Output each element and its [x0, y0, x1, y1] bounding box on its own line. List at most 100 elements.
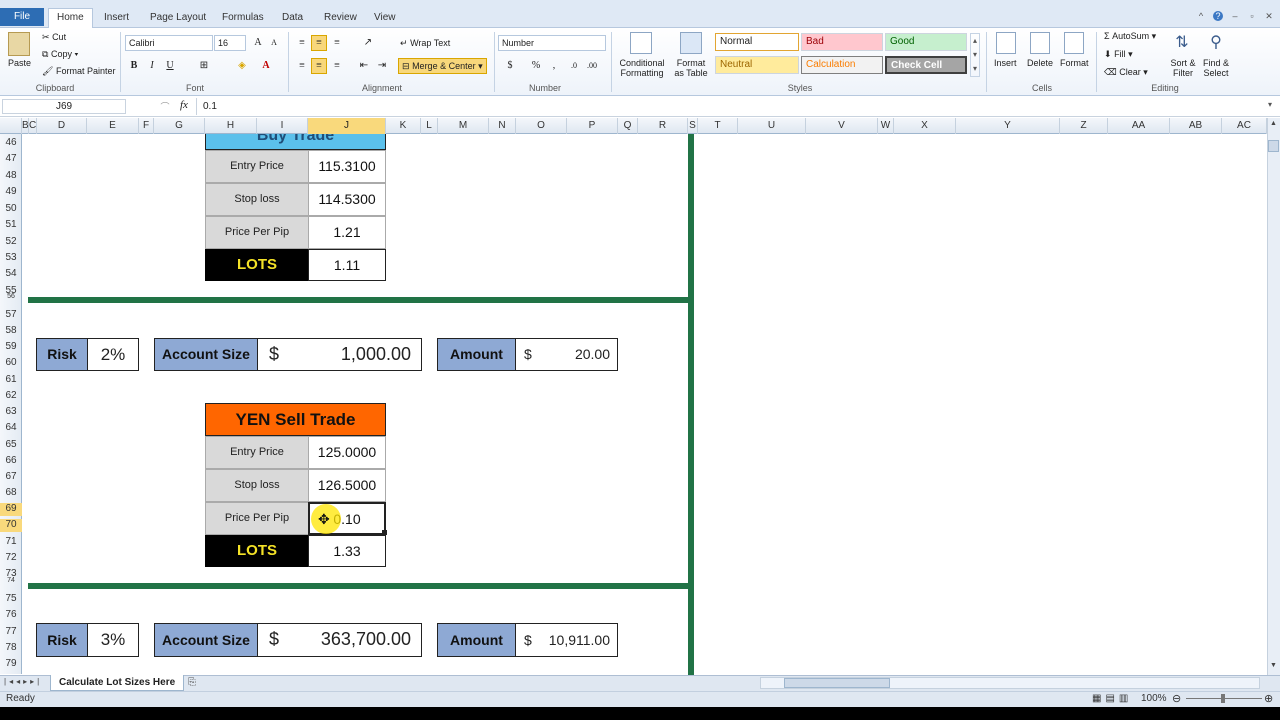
borders-icon[interactable]: ⊞: [196, 58, 212, 74]
column-header[interactable]: Y: [956, 118, 1060, 134]
window-restore-icon[interactable]: ▫: [1247, 11, 1257, 21]
bold-button[interactable]: B: [126, 58, 142, 74]
column-header[interactable]: X: [894, 118, 956, 134]
align-left-icon[interactable]: ≡: [294, 58, 310, 74]
find-select-button[interactable]: Find & Select: [1200, 58, 1232, 78]
risk-value[interactable]: 2%: [87, 338, 139, 371]
currency-button[interactable]: $: [502, 58, 518, 74]
format-as-table-icon[interactable]: [680, 32, 702, 54]
increase-decimal-icon[interactable]: .0: [566, 58, 582, 74]
italic-button[interactable]: I: [144, 58, 160, 74]
tab-review[interactable]: Review: [316, 10, 365, 28]
column-header[interactable]: N: [489, 118, 516, 134]
row-header[interactable]: 66: [0, 455, 22, 466]
underline-button[interactable]: U: [162, 58, 178, 74]
column-header[interactable]: M: [438, 118, 489, 134]
style-check-cell[interactable]: Check Cell: [885, 56, 967, 74]
row-header[interactable]: 79: [0, 658, 22, 669]
row-header[interactable]: 75: [0, 593, 22, 604]
style-normal[interactable]: Normal: [715, 33, 799, 51]
row-header[interactable]: 63: [0, 406, 22, 417]
tab-insert[interactable]: Insert: [96, 10, 137, 28]
grow-font-icon[interactable]: A: [250, 35, 266, 51]
row-header[interactable]: 57: [0, 309, 22, 320]
buy-lots-value[interactable]: 1.11: [308, 249, 386, 281]
percent-button[interactable]: %: [528, 58, 544, 74]
tab-view[interactable]: View: [366, 10, 404, 28]
horizontal-scroll-thumb[interactable]: [784, 678, 890, 688]
insert-function-button[interactable]: fx: [180, 99, 188, 111]
yen-entry-price-value[interactable]: 125.0000: [308, 436, 386, 469]
row-header[interactable]: 67: [0, 471, 22, 482]
style-neutral[interactable]: Neutral: [715, 56, 799, 74]
row-header[interactable]: 58: [0, 325, 22, 336]
column-header[interactable]: G: [154, 118, 205, 134]
format-cells-button[interactable]: Format: [1060, 58, 1089, 68]
conditional-formatting-button[interactable]: Conditional Formatting: [616, 58, 668, 78]
orientation-icon[interactable]: ↗: [360, 35, 376, 51]
sort-filter-button[interactable]: Sort & Filter: [1168, 58, 1198, 78]
insert-sheet-icon[interactable]: ⎘: [188, 677, 196, 688]
formula-cancel-icon[interactable]: ⌒: [150, 100, 180, 113]
column-header[interactable]: S: [688, 118, 698, 134]
merge-center-button[interactable]: ⊟ Merge & Center ▾: [398, 58, 487, 74]
account-size-field-2[interactable]: $ 363,700.00: [257, 623, 422, 657]
row-header[interactable]: 49: [0, 186, 22, 197]
align-middle-icon[interactable]: ≡: [311, 35, 327, 51]
delete-cells-button[interactable]: Delete: [1027, 58, 1053, 68]
paste-button[interactable]: Paste: [8, 58, 31, 68]
window-minimize-icon[interactable]: –: [1230, 11, 1240, 21]
column-header[interactable]: V: [806, 118, 878, 134]
copy-button[interactable]: ⧉ Copy ▾: [42, 49, 78, 60]
column-header[interactable]: Q: [618, 118, 638, 134]
increase-indent-icon[interactable]: ⇥: [374, 58, 390, 74]
tab-page-layout[interactable]: Page Layout: [142, 10, 214, 28]
column-header[interactable]: R: [638, 118, 688, 134]
row-header[interactable]: 61: [0, 374, 22, 385]
row-header[interactable]: 68: [0, 487, 22, 498]
delete-cells-icon[interactable]: [1030, 32, 1050, 54]
amount-field[interactable]: $ 20.00: [515, 338, 618, 371]
align-top-icon[interactable]: ≡: [294, 35, 310, 51]
row-header[interactable]: 71: [0, 536, 22, 547]
paste-icon[interactable]: [8, 32, 30, 56]
decrease-decimal-icon[interactable]: .00: [584, 58, 600, 74]
conditional-formatting-icon[interactable]: [630, 32, 652, 54]
account-size-field[interactable]: $ 1,000.00: [257, 338, 422, 371]
cut-button[interactable]: ✂ Cut: [42, 32, 66, 43]
column-header[interactable]: B: [22, 118, 29, 134]
styles-more-icon[interactable]: ▴ ▾ ▾: [970, 33, 980, 77]
help-icon[interactable]: ?: [1213, 11, 1223, 21]
sheet-tab-active[interactable]: Calculate Lot Sizes Here: [50, 675, 185, 691]
tab-data[interactable]: Data: [274, 10, 311, 28]
column-header[interactable]: C: [29, 118, 37, 134]
scroll-down-icon[interactable]: ▼: [1268, 662, 1279, 674]
style-bad[interactable]: Bad: [801, 33, 883, 51]
column-header-selected[interactable]: J: [308, 118, 386, 134]
minimize-ribbon-icon[interactable]: ^: [1196, 11, 1206, 21]
sort-filter-icon[interactable]: ⇅: [1172, 32, 1192, 54]
format-cells-icon[interactable]: [1064, 32, 1084, 54]
zoom-out-icon[interactable]: ⊖: [1172, 692, 1181, 705]
font-name-select[interactable]: Calibri: [125, 35, 213, 51]
row-header[interactable]: 76: [0, 609, 22, 620]
zoom-slider-thumb[interactable]: [1221, 694, 1225, 703]
name-box[interactable]: J69: [2, 99, 126, 114]
decrease-indent-icon[interactable]: ⇤: [356, 58, 372, 74]
row-header[interactable]: 59: [0, 341, 22, 352]
row-header-selected[interactable]: 70: [0, 519, 22, 532]
file-tab[interactable]: File: [0, 8, 44, 26]
column-header[interactable]: F: [139, 118, 154, 134]
row-header[interactable]: 46: [0, 137, 22, 148]
row-header[interactable]: 47: [0, 153, 22, 164]
column-header[interactable]: K: [386, 118, 421, 134]
column-header[interactable]: AB: [1170, 118, 1222, 134]
fill-color-icon[interactable]: ◈: [234, 58, 250, 74]
clear-button[interactable]: ⌫ Clear ▾: [1104, 67, 1148, 78]
row-header[interactable]: 65: [0, 439, 22, 450]
number-format-select[interactable]: Number: [498, 35, 606, 51]
vertical-scroll-thumb[interactable]: [1268, 140, 1279, 152]
format-painter-button[interactable]: 🖌 Format Painter: [42, 66, 115, 77]
font-color-icon[interactable]: A: [258, 58, 274, 74]
font-size-select[interactable]: 16: [214, 35, 246, 51]
